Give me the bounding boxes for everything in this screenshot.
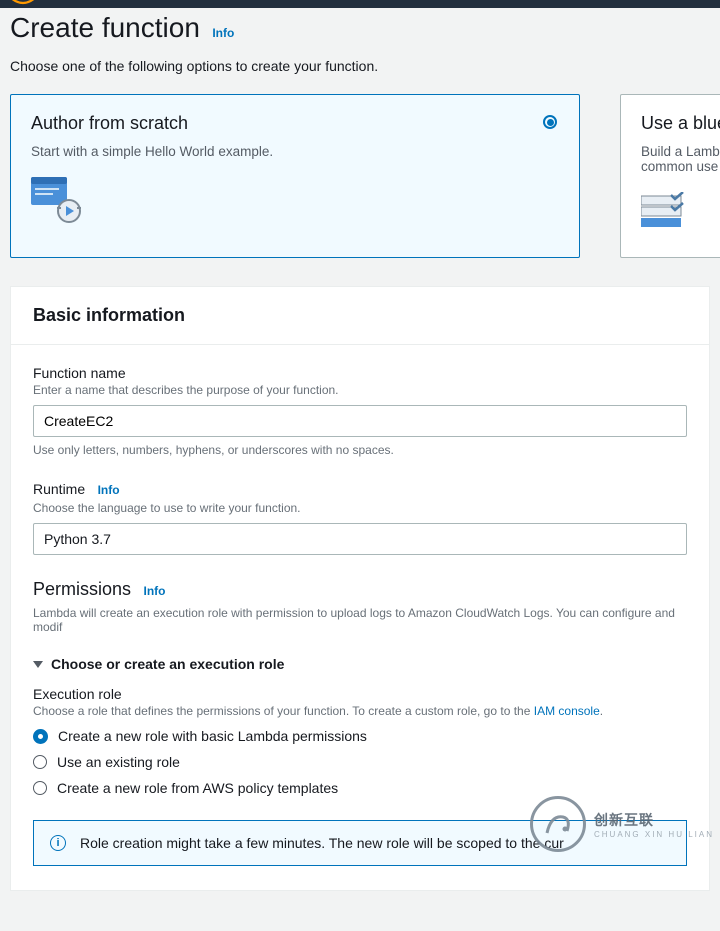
card-title: Use a bluepr [641, 113, 720, 134]
radio-use-existing-role[interactable]: Use an existing role [33, 754, 687, 770]
iam-console-link[interactable]: IAM console [534, 704, 600, 718]
runtime-help: Choose the language to use to write your… [33, 501, 687, 515]
radio-unchecked-icon [33, 781, 47, 795]
chevron-down-icon [33, 661, 43, 668]
page-title: Create function [10, 12, 200, 44]
page-subtitle: Choose one of the following options to c… [10, 58, 710, 74]
permissions-desc: Lambda will create an execution role wit… [33, 606, 687, 634]
runtime-info-link[interactable]: Info [98, 483, 120, 497]
radio-label: Use an existing role [57, 754, 180, 770]
function-name-field: Function name Enter a name that describe… [33, 365, 687, 457]
blueprint-illustration-icon [641, 192, 720, 237]
radio-label: Create a new role with basic Lambda perm… [58, 728, 367, 744]
option-card-author-from-scratch[interactable]: Author from scratch Start with a simple … [10, 94, 580, 258]
top-nav [0, 0, 720, 8]
radio-create-from-template[interactable]: Create a new role from AWS policy templa… [33, 780, 687, 796]
expander-label: Choose or create an execution role [51, 656, 284, 672]
execution-role-label: Execution role [33, 686, 687, 702]
radio-selected-icon [543, 115, 557, 129]
watermark: 创新互联 CHUANG XIN HU LIAN [530, 796, 714, 852]
permissions-heading: Permissions [33, 579, 131, 600]
function-name-constraint: Use only letters, numbers, hyphens, or u… [33, 443, 687, 457]
info-icon: i [50, 835, 66, 851]
radio-checked-icon [33, 729, 48, 744]
watermark-subtext: CHUANG XIN HU LIAN [594, 830, 714, 839]
execution-role-help: Choose a role that defines the permissio… [33, 704, 687, 718]
radio-label: Create a new role from AWS policy templa… [57, 780, 338, 796]
option-card-use-blueprint[interactable]: Use a bluepr Build a Lambda common use c… [620, 94, 720, 258]
info-link[interactable]: Info [212, 26, 234, 40]
function-name-label: Function name [33, 365, 687, 381]
notice-text: Role creation might take a few minutes. … [80, 835, 564, 851]
card-desc-line1: Build a Lambda [641, 144, 720, 159]
page-header: Create function Info Choose one of the f… [10, 8, 710, 74]
card-title: Author from scratch [31, 113, 559, 134]
card-desc-line2: common use cas [641, 159, 720, 174]
watermark-text: 创新互联 [594, 810, 714, 830]
card-desc: Start with a simple Hello World example. [31, 144, 559, 159]
scratch-illustration-icon [31, 177, 559, 228]
basic-info-heading: Basic information [33, 305, 687, 326]
runtime-select[interactable]: Python 3.7 [33, 523, 687, 555]
runtime-label: Runtime [33, 481, 85, 497]
radio-create-new-role[interactable]: Create a new role with basic Lambda perm… [33, 728, 687, 744]
aws-logo-icon [10, 0, 36, 8]
watermark-logo-icon [530, 796, 586, 852]
radio-unchecked-icon [33, 755, 47, 769]
function-name-input[interactable] [33, 405, 687, 437]
permissions-info-link[interactable]: Info [143, 584, 165, 598]
execution-role-expander[interactable]: Choose or create an execution role [33, 656, 687, 672]
runtime-field: Runtime Info Choose the language to use … [33, 481, 687, 555]
function-name-help: Enter a name that describes the purpose … [33, 383, 687, 397]
